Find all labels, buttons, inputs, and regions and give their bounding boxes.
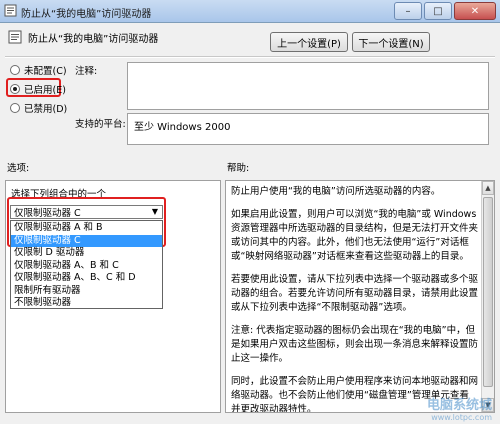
help-section-label: 帮助: xyxy=(227,163,250,174)
comment-field[interactable] xyxy=(127,62,489,110)
window-title: 防止从“我的电脑”访问驱动器 xyxy=(21,9,152,20)
radio-button[interactable] xyxy=(10,65,20,75)
watermark-title: 电脑系统城 xyxy=(426,398,492,413)
policy-icon xyxy=(4,4,17,17)
dropdown-item[interactable]: 限制所有驱动器 xyxy=(11,285,162,298)
dropdown-item[interactable]: 仅限制驱动器 A、B、C 和 D xyxy=(11,272,162,285)
radio-enabled[interactable]: 已启用(E) xyxy=(10,82,66,96)
comment-label: 注释: xyxy=(75,66,98,77)
scroll-up-icon[interactable]: ▲ xyxy=(482,181,494,195)
options-section-label: 选项: xyxy=(7,163,30,174)
help-panel: 防止用户使用“我的电脑”访问所选驱动器的内容。 如果启用此设置，则用户可以浏览“… xyxy=(225,180,495,413)
watermark: 电脑系统城 www.lotpc.com xyxy=(427,394,492,422)
platform-value: 至少 Windows 2000 xyxy=(127,113,489,145)
help-scrollbar[interactable]: ▲ ▼ xyxy=(481,181,494,412)
setting-title: 防止从“我的电脑”访问驱动器 xyxy=(28,34,159,45)
help-paragraph: 注意: 代表指定驱动器的图标仍会出现在“我的电脑”中，但是如果用户双击这些图标，… xyxy=(231,325,479,364)
dropdown-item[interactable]: 不限制驱动器 xyxy=(11,297,162,310)
close-button[interactable]: ✕ xyxy=(454,2,496,20)
dropdown-item[interactable]: 仅限制驱动器 C xyxy=(11,234,162,247)
radio-label: 未配置(C) xyxy=(24,66,67,77)
chevron-down-icon[interactable]: ▼ xyxy=(152,207,158,216)
next-setting-button[interactable]: 下一个设置(N) xyxy=(352,32,430,52)
dropdown-item[interactable]: 仅限制驱动器 A、B 和 C xyxy=(11,260,162,273)
radio-label: 已启用(E) xyxy=(24,85,66,96)
dropdown-item[interactable]: 仅限制驱动器 A 和 B xyxy=(11,222,162,235)
radio-not-configured[interactable]: 未配置(C) xyxy=(10,63,67,77)
window-controls: – □ ✕ xyxy=(394,2,496,20)
radio-button[interactable] xyxy=(10,103,20,113)
combo-value: 仅限制驱动器 C xyxy=(14,208,81,219)
radio-button[interactable] xyxy=(10,84,20,94)
drive-combo[interactable]: 仅限制驱动器 C ▼ xyxy=(10,205,163,219)
header-divider xyxy=(5,56,495,58)
help-paragraph: 如果启用此设置，则用户可以浏览“我的电脑”或 Windows 资源管理器中所选驱… xyxy=(231,209,479,262)
prev-setting-button[interactable]: 上一个设置(P) xyxy=(270,32,348,52)
maximize-button[interactable]: □ xyxy=(424,2,452,20)
minimize-button[interactable]: – xyxy=(394,2,422,20)
radio-label: 已禁用(D) xyxy=(24,104,68,115)
watermark-url: www.lotpc.com xyxy=(431,413,492,422)
platform-label: 支持的平台: xyxy=(75,119,126,130)
help-paragraph: 防止用户使用“我的电脑”访问所选驱动器的内容。 xyxy=(231,186,441,197)
title-bar: 防止从“我的电脑”访问驱动器 – □ ✕ xyxy=(0,0,500,23)
dropdown-item[interactable]: 仅限制 D 驱动器 xyxy=(11,247,162,260)
setting-icon xyxy=(8,30,22,44)
scroll-thumb[interactable] xyxy=(483,197,493,387)
radio-disabled[interactable]: 已禁用(D) xyxy=(10,101,67,115)
drive-dropdown-list[interactable]: 仅限制驱动器 A 和 B 仅限制驱动器 C 仅限制 D 驱动器 仅限制驱动器 A… xyxy=(10,220,163,309)
help-paragraph: 若要使用此设置，请从下拉列表中选择一个驱动器或多个驱动器的组合。若要允许访问所有… xyxy=(231,274,479,313)
